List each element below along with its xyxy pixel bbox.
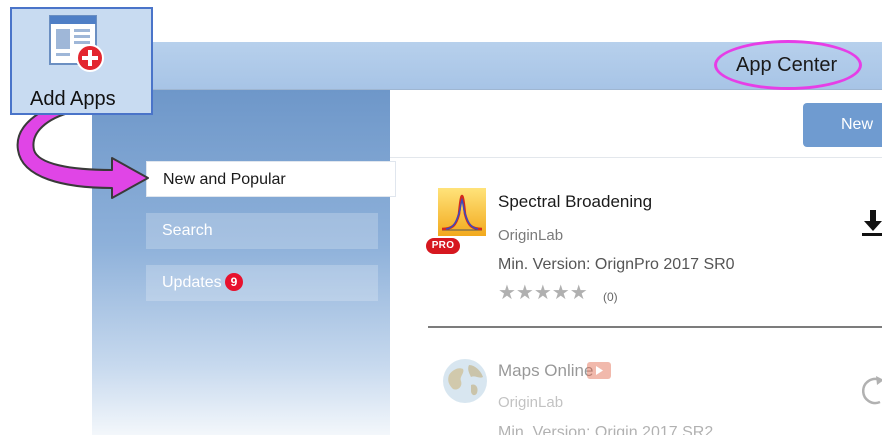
pro-badge: PRO (426, 238, 460, 254)
screenshot-stage: App Center New and Popular Search Update… (0, 0, 882, 435)
app-name[interactable]: Maps Online (498, 361, 593, 381)
content-divider (390, 157, 882, 158)
rating-stars: ★★★★★ (498, 282, 588, 304)
app-min-version: Min. Version: Origin 2017 SR2 (498, 424, 714, 435)
app-author: OriginLab (498, 394, 564, 411)
download-icon[interactable] (862, 210, 882, 236)
sidebar-item-label: Updates (162, 274, 222, 291)
video-icon[interactable] (587, 362, 611, 379)
app-list-divider (428, 326, 882, 328)
title-highlight-ellipse (714, 40, 862, 90)
app-name[interactable]: Spectral Broadening (498, 192, 652, 212)
globe-icon (443, 359, 487, 403)
refresh-icon[interactable] (862, 374, 882, 408)
add-apps-label: Add Apps (30, 88, 116, 110)
new-button[interactable]: New (803, 103, 882, 147)
add-app-window-icon (49, 15, 104, 72)
app-author: OriginLab (498, 227, 564, 244)
app-min-version: Min. Version: OrignPro 2017 SR0 (498, 256, 735, 273)
rating-count: (0) (603, 290, 618, 304)
sidebar-item-label: Search (162, 222, 213, 239)
updates-count-badge: 9 (224, 272, 244, 291)
spectral-peak-icon (438, 188, 486, 236)
sidebar-item-updates[interactable]: Updates 9 (146, 265, 378, 301)
